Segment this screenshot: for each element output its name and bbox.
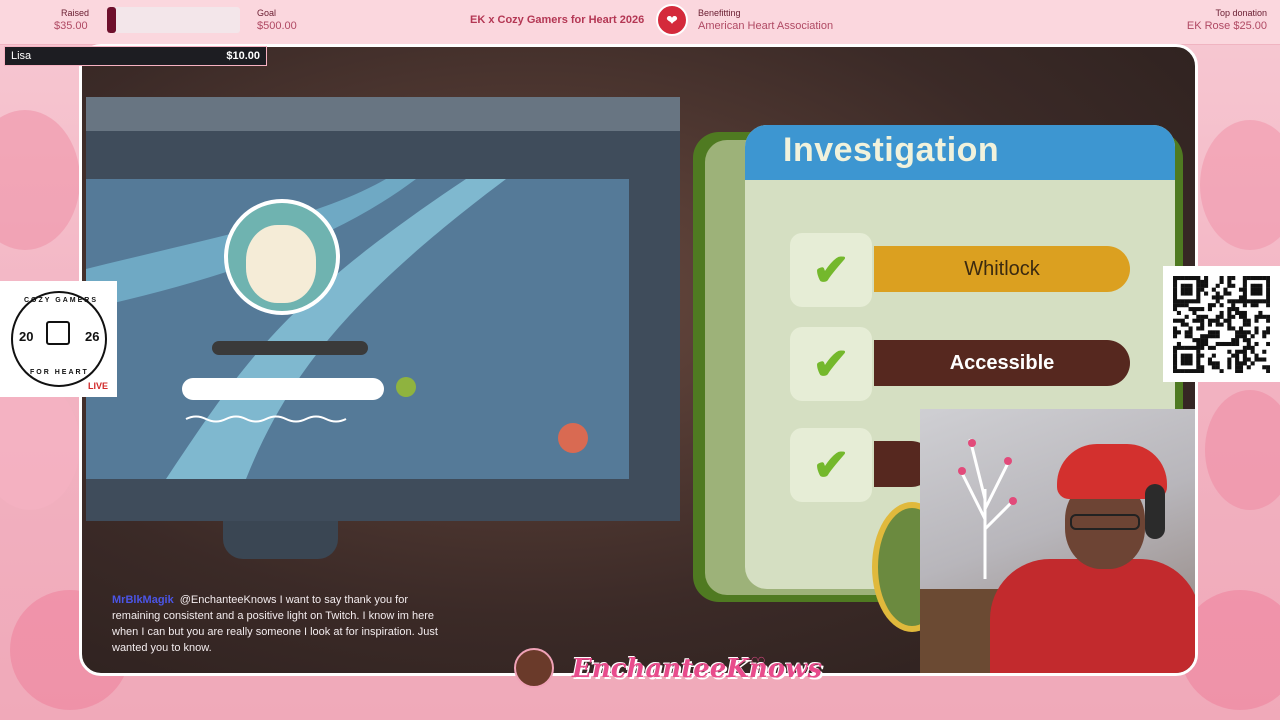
benefitting-value: American Heart Association: [698, 20, 834, 32]
heart-decoration: [0, 110, 80, 250]
profile-avatar: [224, 199, 340, 315]
streamer-avatar: [514, 648, 554, 688]
chat-message: MrBlkMagik @EnchanteeKnows I want to say …: [112, 592, 452, 656]
sticker-bottom-text: FOR HEART: [30, 369, 89, 376]
streamer-logo: EnchanteeKnows ♡: [514, 636, 822, 696]
sticker-top-text: COZY GAMERS: [24, 297, 98, 304]
top-donation-label: Top donation: [1215, 8, 1267, 18]
streamer-glasses: [1070, 514, 1140, 530]
sticker-live-badge: LIVE: [88, 381, 109, 391]
charity-logo-icon: ❤: [656, 4, 688, 36]
heart-decoration: [0, 380, 80, 510]
webcam-feed: [920, 409, 1195, 673]
monitor-top-bar: [86, 97, 680, 131]
item-whitlock: Whitlock: [874, 246, 1130, 292]
streamer-body: [990, 559, 1195, 673]
check-icon: ✔: [812, 440, 850, 490]
donation-progress-fill: [107, 7, 117, 33]
checkbox-accessible[interactable]: ✔: [790, 327, 872, 401]
game-capture-frame: Investigation ✔ Whitlock ✔ Accessible ✔ …: [79, 44, 1198, 676]
qr-code-icon: [1173, 276, 1270, 373]
investigation-header: Investigation: [745, 125, 1175, 180]
event-title: EK x Cozy Gamers for Heart 2026: [470, 14, 645, 26]
avatar-face: [246, 225, 316, 303]
item-accessible: Accessible: [874, 340, 1130, 386]
cozy-gamers-sticker: COZY GAMERS 20 26 FOR HEART LIVE: [0, 281, 117, 397]
chat-username: MrBlkMagik: [112, 594, 174, 606]
monitor-stand: [223, 521, 338, 559]
sticker-year-left: 20: [19, 329, 34, 344]
heart-decoration: [1200, 120, 1280, 250]
streamer-headset: [1145, 484, 1165, 539]
top-donation-value: EK Rose $25.00: [1186, 20, 1267, 32]
checkbox-whitlock[interactable]: ✔: [790, 233, 872, 307]
donation-progress-bar: [107, 7, 240, 33]
sticker-year-right: 26: [85, 329, 100, 344]
check-icon: ✔: [812, 245, 850, 295]
heart-decoration: [1205, 390, 1280, 510]
screen-swirl-graphic: [86, 179, 506, 479]
donation-topbar: Raised $35.00 Goal $500.00 EK x Cozy Gam…: [0, 0, 1280, 45]
raised-label: Raised: [61, 8, 90, 18]
checkbox-third-item[interactable]: ✔: [790, 428, 872, 502]
recent-donor-alert: Lisa $10.00: [4, 46, 267, 66]
raised-value: $35.00: [54, 20, 88, 32]
donor-name: Lisa: [11, 50, 32, 62]
streamer-name: EnchanteeKnows: [572, 654, 823, 684]
investigation-title: Investigation: [783, 131, 1000, 169]
goal-value: $500.00: [257, 20, 297, 32]
in-game-screen: [86, 179, 629, 479]
red-status-dot: [558, 423, 588, 453]
redacted-name: [212, 341, 368, 355]
redacted-field: [182, 378, 384, 400]
donor-amount: $10.00: [226, 50, 260, 62]
qr-code[interactable]: [1163, 266, 1280, 382]
decor-tree-graphic: [958, 438, 1017, 579]
controller-mug-icon: [46, 321, 70, 345]
green-status-dot: [396, 377, 416, 397]
goal-label: Goal: [257, 8, 277, 18]
benefitting-label: Benefitting: [698, 8, 741, 18]
check-icon: ✔: [812, 339, 850, 389]
in-game-monitor: [86, 97, 680, 521]
heart-icon: ♡: [750, 654, 767, 674]
